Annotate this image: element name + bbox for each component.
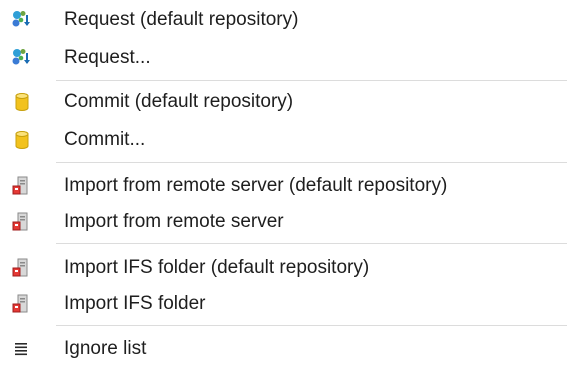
menu-item-request[interactable]: Request... (0, 42, 567, 74)
menu-separator (56, 243, 567, 244)
menu-item-import-remote[interactable]: Import from remote server (0, 206, 567, 238)
menu-item-label: Import IFS folder (64, 293, 206, 314)
commit-icon (12, 92, 32, 112)
list-icon (12, 339, 32, 359)
menu-item-label: Import IFS folder (default repository) (64, 257, 370, 278)
menu-item-label: Ignore list (64, 338, 147, 359)
request-icon (12, 48, 32, 68)
menu-item-ignore-list[interactable]: Ignore list (0, 333, 567, 365)
menu-item-label: Import from remote server (default repos… (64, 175, 448, 196)
menu-separator (56, 325, 567, 326)
menu-item-label: Commit... (64, 129, 146, 150)
menu-item-label: Commit (default repository) (64, 91, 294, 112)
menu-item-request-default[interactable]: Request (default repository) (0, 4, 567, 36)
menu-item-label: Request... (64, 47, 151, 68)
menu-separator (56, 162, 567, 163)
menu-item-label: Request (default repository) (64, 9, 299, 30)
context-menu: Request (default repository) Request... (0, 0, 567, 365)
menu-item-import-ifs[interactable]: Import IFS folder (0, 288, 567, 320)
import-server-icon (12, 212, 32, 232)
import-server-icon (12, 176, 32, 196)
menu-separator (56, 80, 567, 81)
menu-item-label: Import from remote server (64, 211, 284, 232)
menu-item-commit-default[interactable]: Commit (default repository) (0, 86, 567, 118)
import-folder-icon (12, 258, 32, 278)
commit-icon (12, 130, 32, 150)
menu-item-import-ifs-default[interactable]: Import IFS folder (default repository) (0, 252, 567, 284)
menu-item-commit[interactable]: Commit... (0, 124, 567, 156)
request-icon (12, 10, 32, 30)
menu-item-import-remote-default[interactable]: Import from remote server (default repos… (0, 170, 567, 202)
import-folder-icon (12, 294, 32, 314)
